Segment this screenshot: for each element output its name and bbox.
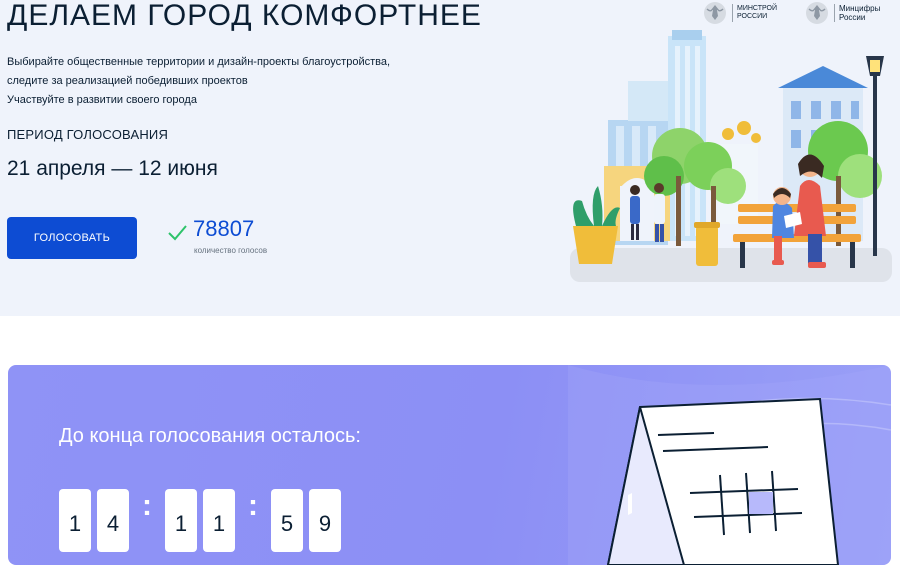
period-dates: 21 апреля — 12 июня <box>7 157 218 180</box>
mincifry-logo-text: Минцифры России <box>839 4 881 22</box>
hero-description: Выбирайте общественные территории и диза… <box>7 53 477 110</box>
countdown-digit: 9 <box>309 489 341 552</box>
countdown-digit: 1 <box>59 489 91 552</box>
description-line: следите за реализацией победивших проект… <box>7 75 248 87</box>
minstroy-logo[interactable]: МИНСТРОЙ РОССИИ <box>702 0 777 26</box>
hero-section: ДЕЛАЕМ ГОРОД КОМФОРТНЕЕ Выбирайте общест… <box>0 0 900 316</box>
countdown-digit: 1 <box>203 489 235 552</box>
countdown-digits: 1 4 : 1 1 : 5 9 <box>59 489 347 552</box>
logo-separator <box>834 4 835 22</box>
page-title: ДЕЛАЕМ ГОРОД КОМФОРТНЕЕ <box>7 0 482 32</box>
countdown-digit: 5 <box>271 489 303 552</box>
coat-of-arms-icon <box>806 2 828 24</box>
countdown-digit: 4 <box>97 489 129 552</box>
coat-of-arms-icon <box>704 2 726 24</box>
mincifry-logo[interactable]: Минцифры России <box>804 0 880 26</box>
city-park-illustration <box>570 30 892 282</box>
description-line: Выбирайте общественные территории и диза… <box>7 56 391 68</box>
votes-count: 78807 <box>193 216 255 241</box>
logo-separator <box>732 4 733 22</box>
check-icon <box>168 225 187 241</box>
countdown-separator: : <box>248 489 258 522</box>
countdown-digit: 1 <box>165 489 197 552</box>
period-label: ПЕРИОД ГОЛОСОВАНИЯ <box>7 127 169 142</box>
minstroy-logo-text: МИНСТРОЙ РОССИИ <box>737 5 778 20</box>
countdown-separator: : <box>142 489 152 522</box>
description-line: Участвуйте в развитии своего города <box>7 94 197 106</box>
countdown-title: До конца голосования осталось: <box>59 425 361 447</box>
countdown-section: До конца голосования осталось: 1 4 : 1 1… <box>8 365 891 565</box>
votes-label: количество голосов <box>194 246 268 255</box>
vote-button[interactable]: ГОЛОСОВАТЬ <box>7 217 137 259</box>
